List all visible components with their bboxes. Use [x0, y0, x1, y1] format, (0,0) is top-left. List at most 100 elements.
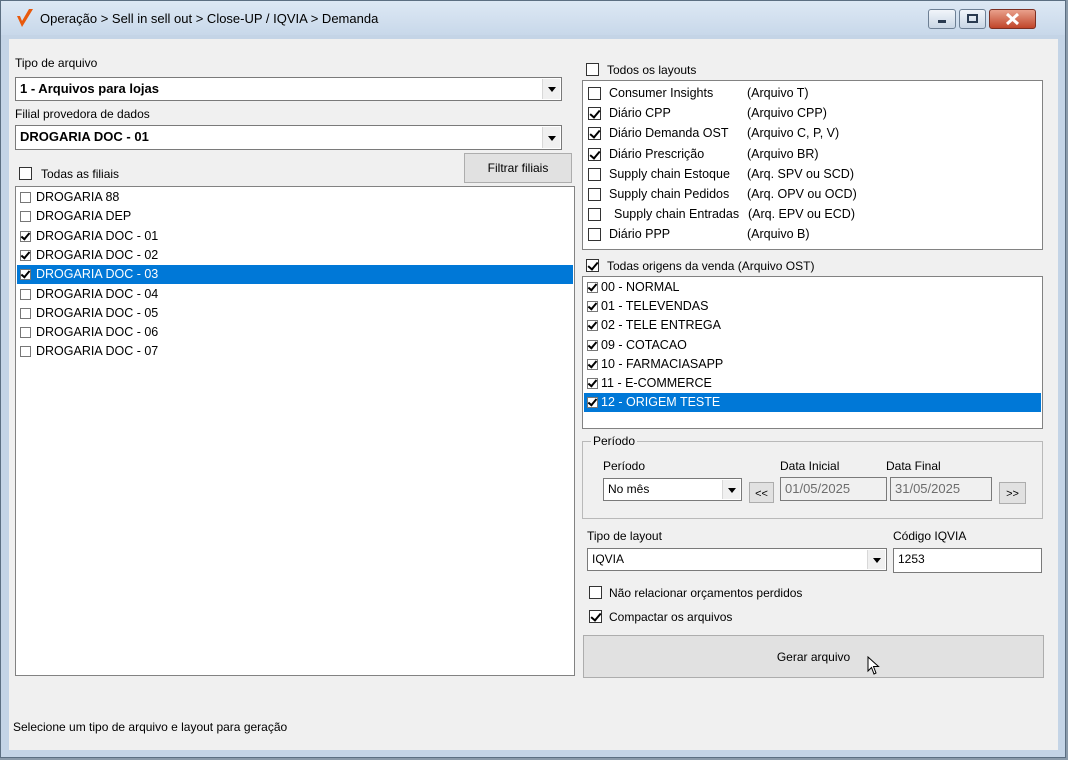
next-period-label: >>: [1006, 488, 1019, 500]
origem-label: 11 - E-COMMERCE: [601, 376, 712, 390]
origem-label: 10 - FARMACIASAPP: [601, 356, 724, 371]
codigo-iqvia-label: Código IQVIA: [893, 529, 967, 543]
row-checkbox[interactable]: [20, 307, 31, 319]
row-checkbox[interactable]: [587, 282, 598, 293]
todos-layouts-checkbox[interactable]: [586, 63, 599, 76]
periodo-value: No mês: [608, 482, 650, 496]
chevron-down-icon[interactable]: [867, 550, 885, 569]
origem-list-item[interactable]: 12 - ORIGEM TESTE: [584, 393, 1041, 413]
periodo-select[interactable]: No mês: [603, 478, 742, 501]
row-checkbox[interactable]: [587, 358, 598, 370]
layout-file: (Arquivo C, P, V): [747, 126, 840, 141]
row-checkbox[interactable]: [20, 288, 31, 300]
minimize-button[interactable]: [928, 9, 956, 29]
filial-label: DROGARIA DOC - 06: [36, 325, 159, 340]
origem-list-item[interactable]: 09 - COTACAO: [584, 336, 1041, 355]
periodo-group-title: Período: [591, 434, 638, 448]
row-checkbox[interactable]: [20, 230, 31, 242]
row-checkbox[interactable]: [588, 167, 601, 181]
filiais-list[interactable]: DROGARIA 88 DROGARIA DEP DROGARIA DOC - 01…: [15, 186, 575, 676]
todas-origens-checkbox[interactable]: [586, 259, 599, 272]
layout-file: (Arquivo T): [747, 86, 809, 100]
layout-list-item[interactable]: Supply chain Estoque (Arq. SPV ou SCD): [584, 164, 1041, 184]
row-checkbox[interactable]: [588, 147, 601, 161]
filial-label: DROGARIA DOC - 02: [36, 247, 159, 262]
gerar-arquivo-label: Gerar arquivo: [776, 650, 851, 664]
tipo-arquivo-label: Tipo de arquivo: [15, 56, 98, 70]
origem-list-item[interactable]: 10 - FARMACIASAPP: [584, 355, 1041, 374]
row-checkbox[interactable]: [20, 192, 31, 203]
filial-list-item[interactable]: DROGARIA DOC - 02: [17, 246, 573, 265]
origem-list-item[interactable]: 02 - TELE ENTREGA: [584, 316, 1041, 335]
filial-list-item[interactable]: DROGARIA DOC - 05: [17, 304, 573, 323]
layout-list-item[interactable]: Diário CPP (Arquivo CPP): [584, 103, 1041, 123]
data-inicial-label: Data Inicial: [780, 459, 840, 473]
row-checkbox[interactable]: [587, 339, 598, 351]
row-checkbox[interactable]: [20, 327, 31, 339]
filial-provedora-value: DROGARIA DOC - 01: [20, 129, 149, 144]
layout-list-item[interactable]: Supply chain Entradas (Arq. EPV ou ECD): [584, 204, 1041, 224]
minimize-icon: [938, 20, 946, 23]
filial-list-item[interactable]: DROGARIA DOC - 03: [17, 265, 573, 285]
chevron-down-icon[interactable]: [542, 79, 560, 99]
tipo-layout-value: IQVIA: [592, 552, 625, 566]
layout-list-item[interactable]: Diário Prescrição (Arquivo BR): [584, 144, 1041, 164]
nao-relacionar-checkbox[interactable]: [589, 586, 602, 599]
filial-list-item[interactable]: DROGARIA 88: [17, 188, 573, 207]
layout-file: (Arquivo BR): [747, 146, 819, 161]
filial-list-item[interactable]: DROGARIA DOC - 07: [17, 342, 573, 361]
row-checkbox[interactable]: [587, 320, 598, 332]
layout-list-item[interactable]: Diário PPP (Arquivo B): [584, 224, 1041, 244]
filial-list-item[interactable]: DROGARIA DOC - 06: [17, 323, 573, 342]
data-final-label: Data Final: [886, 459, 941, 473]
previous-period-button[interactable]: <<: [749, 482, 774, 503]
row-checkbox[interactable]: [587, 378, 598, 389]
tipo-layout-label: Tipo de layout: [587, 529, 662, 543]
row-checkbox[interactable]: [20, 346, 31, 358]
filial-list-item[interactable]: DROGARIA DOC - 01: [17, 227, 573, 246]
layouts-list[interactable]: Consumer Insights (Arquivo T) Diário CPP (A…: [582, 80, 1043, 250]
filial-list-item[interactable]: DROGARIA DEP: [17, 207, 573, 226]
codigo-iqvia-field[interactable]: 1253: [893, 548, 1042, 573]
row-checkbox[interactable]: [588, 188, 601, 201]
title-bar[interactable]: Operação > Sell in sell out > Close-UP /…: [1, 1, 1065, 35]
gerar-arquivo-button[interactable]: Gerar arquivo: [583, 635, 1044, 678]
row-checkbox[interactable]: [588, 127, 601, 141]
filtrar-filiais-button[interactable]: Filtrar filiais: [464, 153, 572, 183]
layout-name: Diário Demanda OST: [609, 126, 729, 141]
data-final-field[interactable]: 31/05/2025: [890, 477, 992, 501]
tipo-layout-select[interactable]: IQVIA: [587, 548, 887, 571]
chevron-down-icon[interactable]: [722, 480, 740, 499]
data-inicial-field[interactable]: 01/05/2025: [780, 477, 887, 501]
row-checkbox[interactable]: [20, 249, 31, 261]
close-button[interactable]: [989, 9, 1036, 29]
row-checkbox[interactable]: [588, 107, 601, 121]
layout-file: (Arq. EPV ou ECD): [748, 207, 855, 222]
row-checkbox[interactable]: [20, 211, 31, 223]
origem-label: 01 - TELEVENDAS: [601, 299, 709, 314]
tipo-arquivo-select[interactable]: 1 - Arquivos para lojas: [15, 77, 562, 101]
filial-provedora-select[interactable]: DROGARIA DOC - 01: [15, 125, 562, 150]
origem-list-item[interactable]: 01 - TELEVENDAS: [584, 297, 1041, 316]
origem-list-item[interactable]: 11 - E-COMMERCE: [584, 374, 1041, 393]
row-checkbox[interactable]: [588, 228, 601, 242]
row-checkbox[interactable]: [587, 397, 598, 409]
layout-file: (Arquivo B): [747, 227, 810, 242]
row-checkbox[interactable]: [588, 208, 601, 222]
origem-list-item[interactable]: 00 - NORMAL: [584, 278, 1041, 297]
row-checkbox[interactable]: [588, 87, 601, 100]
next-period-button[interactable]: >>: [999, 482, 1026, 504]
layout-list-item[interactable]: Consumer Insights (Arquivo T): [584, 83, 1041, 103]
layout-list-item[interactable]: Diário Demanda OST (Arquivo C, P, V): [584, 123, 1041, 143]
maximize-button[interactable]: [959, 9, 986, 29]
status-text: Selecione um tipo de arquivo e layout pa…: [13, 720, 288, 734]
row-checkbox[interactable]: [587, 301, 598, 313]
filial-list-item[interactable]: DROGARIA DOC - 04: [17, 285, 573, 304]
chevron-down-icon[interactable]: [542, 127, 560, 148]
row-checkbox[interactable]: [20, 269, 31, 281]
todas-filiais-checkbox[interactable]: [19, 167, 32, 180]
compactar-checkbox[interactable]: [589, 610, 602, 623]
origens-list[interactable]: 00 - NORMAL 01 - TELEVENDAS 02 - TELE ENTR…: [582, 276, 1043, 429]
layout-list-item[interactable]: Supply chain Pedidos (Arq. OPV ou OCD): [584, 184, 1041, 204]
filial-label: DROGARIA DOC - 07: [36, 344, 159, 359]
